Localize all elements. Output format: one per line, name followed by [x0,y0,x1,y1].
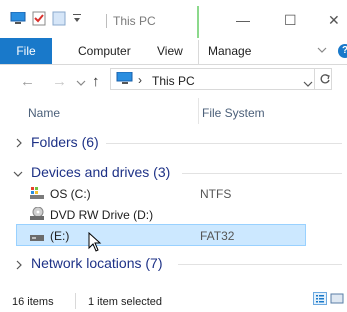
tab-file[interactable]: File [0,38,52,64]
large-icons-view-button[interactable] [330,292,344,305]
group-divider [178,264,342,265]
window-title: This PC [113,14,156,28]
os-drive-icon [30,187,44,199]
column-separator[interactable] [198,98,199,124]
customize-quick-access-icon[interactable] [72,13,82,25]
up-arrow-icon[interactable]: ↑ [92,73,100,90]
drive-file-system: NTFS [200,187,232,201]
contextual-tab-accent [197,6,199,38]
column-header-file-system[interactable]: File System [202,106,265,120]
tab-computer[interactable]: Computer [78,44,131,58]
group-folders[interactable]: Folders (6) [31,134,99,150]
new-folder-icon[interactable] [52,11,66,26]
recent-locations-chevron-icon[interactable] [76,76,86,90]
status-separator [75,293,76,309]
drive-name[interactable]: OS (C:) [50,187,91,201]
details-view-button[interactable] [313,292,327,305]
group-devices-and-drives[interactable]: Devices and drives (3) [31,164,170,180]
group-network-locations[interactable]: Network locations (7) [31,255,163,271]
tab-manage[interactable]: Manage [208,44,251,58]
refresh-icon[interactable] [319,73,331,88]
collapse-chevron-icon[interactable] [13,168,23,182]
computer-icon[interactable] [10,11,26,25]
drive-name[interactable]: (E:) [50,229,69,243]
address-dropdown-chevron-icon[interactable] [303,77,313,91]
back-arrow-icon[interactable]: ← [20,73,35,90]
expand-chevron-icon[interactable] [14,259,24,273]
drive-name[interactable]: DVD RW Drive (D:) [50,208,153,222]
this-pc-icon [116,71,133,85]
breadcrumb-this-pc[interactable]: This PC [152,74,195,88]
dvd-drive-icon [30,206,44,220]
group-divider [182,173,342,174]
expand-ribbon-chevron-icon[interactable] [316,44,328,59]
forward-arrow-icon[interactable]: → [52,73,67,90]
breadcrumb-separator[interactable]: › [138,73,142,87]
tab-view[interactable]: View [157,44,183,58]
title-separator [106,14,107,28]
removable-drive-icon [30,231,44,241]
maximize-button[interactable]: ☐ [284,12,297,28]
status-item-count: 16 items [12,296,54,308]
close-button[interactable]: ✕ [328,12,340,28]
address-divider [314,68,315,90]
help-icon[interactable]: ? [338,44,347,58]
column-header-name[interactable]: Name [28,106,60,120]
address-bar[interactable] [110,68,332,90]
mouse-cursor-icon [88,231,102,255]
tab-separator [198,40,199,64]
minimize-button[interactable]: — [236,12,250,28]
drive-file-system: FAT32 [200,229,235,243]
status-selection: 1 item selected [88,296,162,308]
group-divider [106,143,342,144]
expand-chevron-icon[interactable] [14,137,24,151]
properties-icon[interactable] [32,11,46,26]
